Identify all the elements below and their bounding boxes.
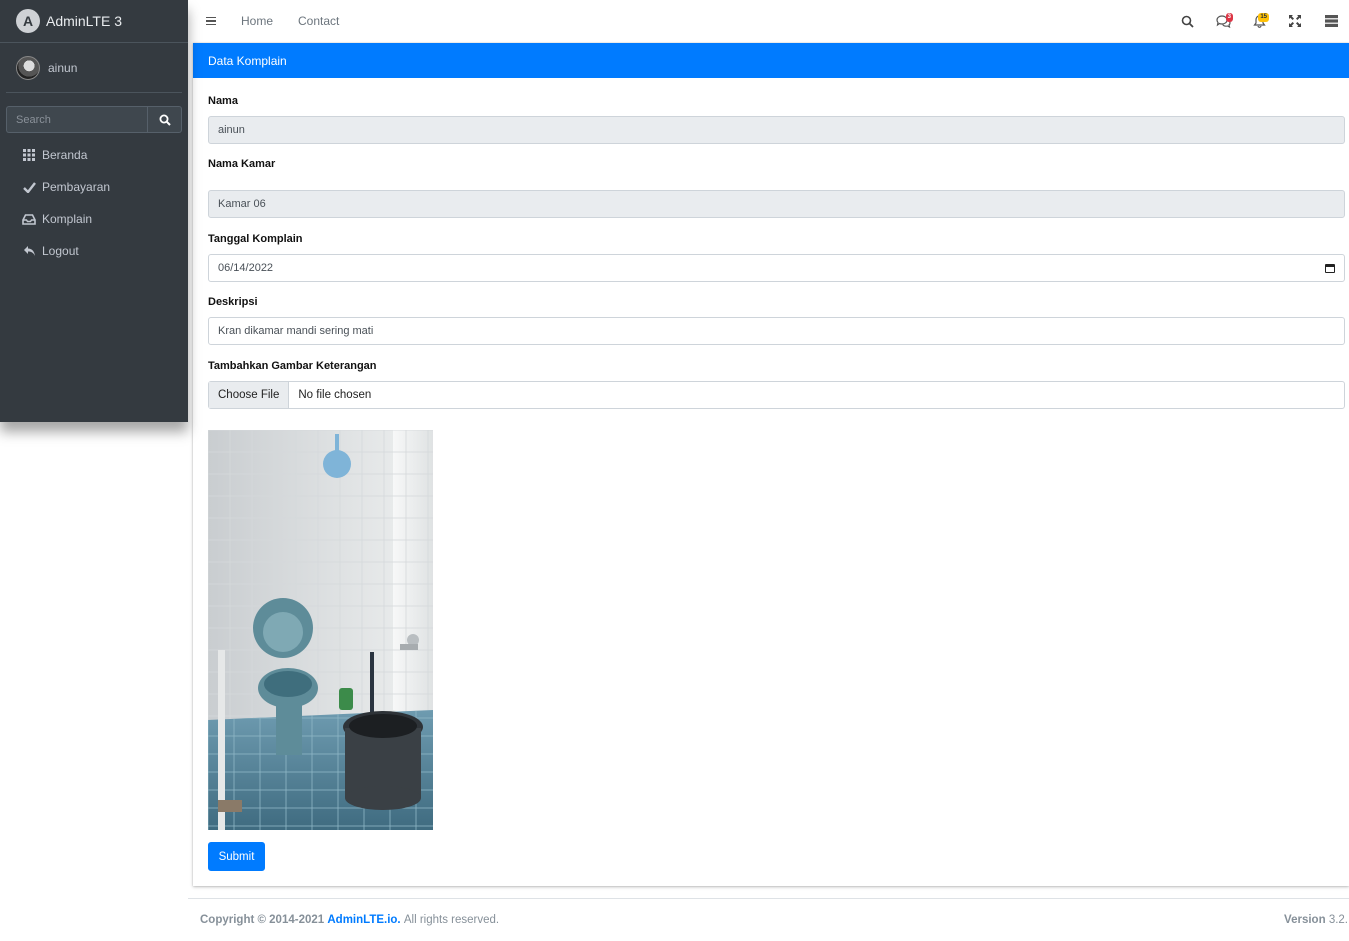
menu-toggle-icon[interactable] — [206, 16, 216, 26]
main-footer: Copyright © 2014-2021 AdminLTE.io. All r… — [188, 898, 1349, 941]
user-name[interactable]: ainun — [48, 61, 77, 75]
messages-badge: 3 — [1225, 13, 1233, 22]
sidebar-item-pembayaran[interactable]: Pembayaran — [0, 171, 188, 203]
version-label: Version — [1284, 914, 1326, 926]
search-icon — [159, 114, 171, 126]
brand-text: AdminLTE 3 — [46, 13, 122, 29]
nav-link-contact[interactable]: Contact — [298, 14, 339, 28]
main-sidebar: A AdminLTE 3 ainun Beranda Pembayaran — [0, 0, 188, 422]
sidebar-search-button[interactable] — [147, 106, 182, 133]
check-icon — [22, 180, 36, 194]
control-sidebar-button[interactable] — [1313, 0, 1349, 42]
avatar — [16, 55, 40, 80]
user-panel[interactable]: ainun — [6, 43, 182, 93]
sidebar-item-logout[interactable]: Logout — [0, 235, 188, 267]
expand-icon — [1289, 15, 1301, 27]
deskripsi-label: Deskripsi — [208, 296, 258, 308]
file-input[interactable]: Choose File No file chosen — [208, 381, 1345, 409]
card-body: Nama ainun Nama Kamar Kamar 06 Tanggal K… — [193, 95, 1349, 409]
sidebar-search-input[interactable] — [6, 106, 147, 133]
version-value: 3.2. — [1328, 914, 1348, 926]
sidebar-nav: Beranda Pembayaran Komplain Logout — [0, 139, 188, 267]
file-status: No file chosen — [298, 389, 372, 401]
messages-button[interactable]: 3 — [1205, 0, 1241, 42]
tanggal-field[interactable]: 06/14/2022 — [208, 254, 1345, 282]
search-icon — [1181, 15, 1194, 28]
brand-logo-icon: A — [16, 9, 40, 33]
top-navbar: Home Contact 3 15 — [188, 0, 1349, 42]
copyright-text: Copyright © 2014-2021 — [200, 914, 325, 926]
navbar-search-button[interactable] — [1169, 0, 1205, 42]
rights-text: All rights reserved. — [403, 914, 500, 926]
calendar-icon[interactable] — [1325, 263, 1335, 273]
kamar-field[interactable]: Kamar 06 — [208, 190, 1345, 218]
brand-link[interactable]: A AdminLTE 3 — [0, 0, 188, 43]
navbar-right: 3 15 — [1169, 0, 1349, 42]
nama-field[interactable]: ainun — [208, 116, 1345, 144]
deskripsi-value: Kran dikamar mandi sering mati — [218, 325, 374, 337]
nama-label: Nama — [208, 95, 238, 107]
notifications-badge: 15 — [1258, 13, 1269, 22]
gambar-label: Tambahkan Gambar Keterangan — [208, 360, 377, 372]
card-header: Data Komplain — [193, 43, 1349, 78]
sidebar-item-komplain[interactable]: Komplain — [0, 203, 188, 235]
sidebar-item-label: Komplain — [42, 212, 93, 226]
fullscreen-button[interactable] — [1277, 0, 1313, 42]
footer-link[interactable]: AdminLTE.io. — [327, 914, 400, 926]
nav-link-home[interactable]: Home — [241, 14, 273, 28]
reply-icon — [22, 244, 36, 258]
tanggal-label: Tanggal Komplain — [208, 233, 303, 245]
sidebar-item-label: Logout — [42, 244, 79, 258]
notifications-button[interactable]: 15 — [1241, 0, 1277, 42]
card-title: Data Komplain — [208, 53, 287, 68]
tanggal-value: 06/14/2022 — [218, 262, 274, 274]
choose-file-button[interactable]: Choose File — [209, 382, 290, 408]
nama-value: ainun — [218, 124, 245, 136]
grid-icon — [22, 148, 36, 162]
kamar-label: Nama Kamar — [208, 158, 276, 170]
sidebar-search — [6, 106, 182, 133]
complaint-card: Data Komplain Nama ainun Nama Kamar Kama… — [193, 43, 1349, 886]
complaint-photo — [208, 430, 433, 830]
inbox-icon — [22, 212, 36, 226]
submit-button[interactable]: Submit — [208, 842, 265, 871]
deskripsi-field[interactable]: Kran dikamar mandi sering mati — [208, 317, 1345, 345]
kamar-value: Kamar 06 — [218, 198, 266, 210]
sidebar-item-label: Beranda — [42, 148, 88, 162]
sidebar-item-label: Pembayaran — [42, 180, 111, 194]
sidebar-item-beranda[interactable]: Beranda — [0, 139, 188, 171]
th-large-icon — [1324, 15, 1338, 27]
version: Version 3.2. — [1284, 914, 1348, 926]
